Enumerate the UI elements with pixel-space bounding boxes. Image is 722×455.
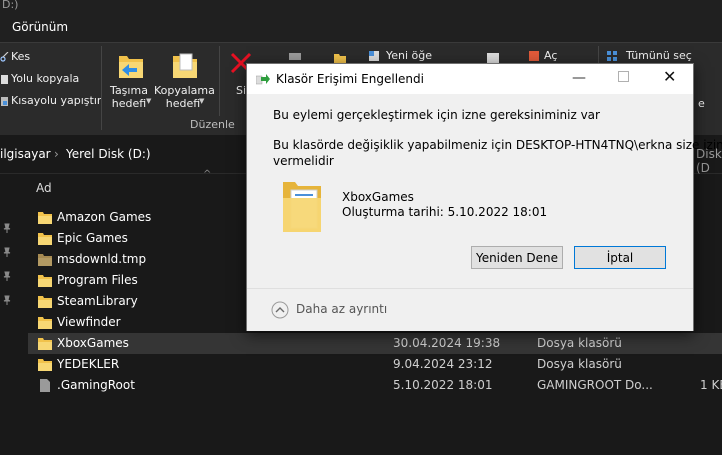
folder-icon (38, 212, 52, 224)
move-to-folder-icon (119, 56, 143, 78)
pin-icon (3, 223, 11, 233)
delete-label: Si (236, 84, 247, 97)
dialog-title: Klasör Erişimi Engellendi (276, 72, 424, 86)
minimize-icon[interactable]: — (572, 70, 586, 86)
maximize-icon (618, 71, 629, 82)
ribbon-separator (219, 46, 220, 116)
scissors-icon (0, 52, 9, 62)
file-name: Program Files (57, 273, 138, 287)
new-item-label: Yeni öğe (386, 49, 433, 62)
folder-icon (38, 296, 52, 308)
file-name: msdownld.tmp (57, 252, 147, 266)
open-label: Aç (544, 49, 558, 62)
paste-shortcut-label: Kısayolu yapıştır (11, 94, 102, 107)
paste-shortcut-icon (1, 97, 8, 106)
chevron-up-icon (271, 301, 289, 319)
folder-icon (38, 359, 52, 371)
ribbon-separator (101, 46, 102, 130)
less-details-label: Daha az ayrıntı (296, 302, 388, 316)
folder-large-icon (283, 182, 321, 232)
file-name: .GamingRoot (57, 378, 135, 392)
dialog-folder-created: Oluşturma tarihi: 5.10.2022 18:01 (342, 205, 548, 219)
move-file-icon (256, 74, 270, 85)
new-item-icon (369, 51, 379, 61)
folder-icon (38, 338, 52, 350)
dialog-title-bar: Klasör Erişimi Engellendi — ✕ (247, 64, 693, 94)
file-name: SteamLibrary (57, 294, 138, 308)
close-icon[interactable]: ✕ (663, 67, 676, 86)
copy-to-button[interactable]: Kopyalama hedefi ▼ (154, 48, 215, 112)
breadcrumb-drive[interactable]: Yerel Disk (D:) (66, 147, 151, 161)
folder-icon (38, 275, 52, 287)
file-date: 9.04.2024 23:12 (393, 357, 493, 371)
file-name: XboxGames (57, 336, 129, 350)
access-denied-dialog: Klasör Erişimi Engellendi — ✕ Bu eylemi … (246, 63, 722, 331)
rename-icon (289, 53, 301, 60)
file-size: 1 KB (700, 378, 722, 392)
ribbon-partial-text: e (698, 97, 705, 110)
dialog-folder-name: XboxGames (342, 190, 414, 204)
move-to-label-1: Taşıma (110, 84, 148, 97)
move-to-button[interactable]: Taşıma hedefi ▼ (106, 48, 152, 112)
list-item-selected[interactable]: XboxGames 30.04.2024 19:38 Dosya klasörü (28, 333, 722, 354)
file-date: 5.10.2022 18:01 (393, 378, 493, 392)
dialog-heading: Bu eylemi gerçekleştirmek için izne gere… (273, 108, 600, 122)
cancel-button[interactable]: İptal (574, 246, 666, 269)
tab-view[interactable]: Görünüm (12, 20, 68, 34)
folder-icon (38, 317, 52, 329)
delete-button[interactable]: Si (228, 48, 252, 112)
copy-path-icon (1, 75, 8, 84)
file-name: Viewfinder (57, 315, 121, 329)
cut-label: Kes (11, 50, 31, 63)
sort-up-icon: ^ (203, 169, 212, 180)
file-name: Epic Games (57, 231, 128, 245)
file-type: GAMINGROOT Do... (537, 378, 653, 392)
file-type: Dosya klasörü (537, 357, 622, 371)
ribbon-tab-bar (0, 14, 722, 42)
copy-path-label: Yolu kopyala (11, 72, 80, 85)
open-icon (529, 51, 539, 61)
dialog-message-line-1: Bu klasörde değişiklik yapabilmeniz için… (273, 138, 722, 152)
file-type: Dosya klasörü (537, 336, 622, 350)
dialog-message-line-2: vermelidir (273, 154, 334, 168)
copy-to-folder-icon (173, 53, 197, 78)
file-name: YEDEKLER (57, 357, 120, 371)
column-header-name[interactable]: Ad (36, 181, 52, 195)
chevron-down-icon: ▼ (146, 97, 152, 105)
pin-icon (3, 271, 11, 281)
file-date: 30.04.2024 19:38 (393, 336, 501, 350)
file-icon (40, 379, 50, 392)
organize-group-label: Düzenle (190, 118, 235, 131)
pin-icon (3, 247, 11, 257)
copy-to-label-1: Kopyalama (154, 84, 215, 97)
select-all-label: Tümünü seç (626, 49, 692, 62)
window-title-bar: D:) (0, 0, 722, 14)
pin-icon (3, 295, 11, 305)
window-title: D:) (2, 0, 19, 11)
list-item[interactable]: .GamingRoot 5.10.2022 18:01 GAMINGROOT D… (28, 375, 722, 396)
less-details-toggle[interactable]: Daha az ayrıntı (271, 300, 391, 320)
file-name: Amazon Games (57, 210, 152, 224)
chevron-down-icon: ▼ (199, 97, 205, 105)
folder-icon (38, 233, 52, 245)
select-all-icon (607, 51, 617, 61)
breadcrumb-chevron-icon: › (54, 147, 59, 161)
retry-button[interactable]: Yeniden Dene (471, 246, 563, 269)
breadcrumb-computer[interactable]: ilgisayar (0, 147, 51, 161)
folder-icon (38, 254, 52, 266)
list-item[interactable]: YEDEKLER 9.04.2024 23:12 Dosya klasörü (28, 354, 722, 375)
